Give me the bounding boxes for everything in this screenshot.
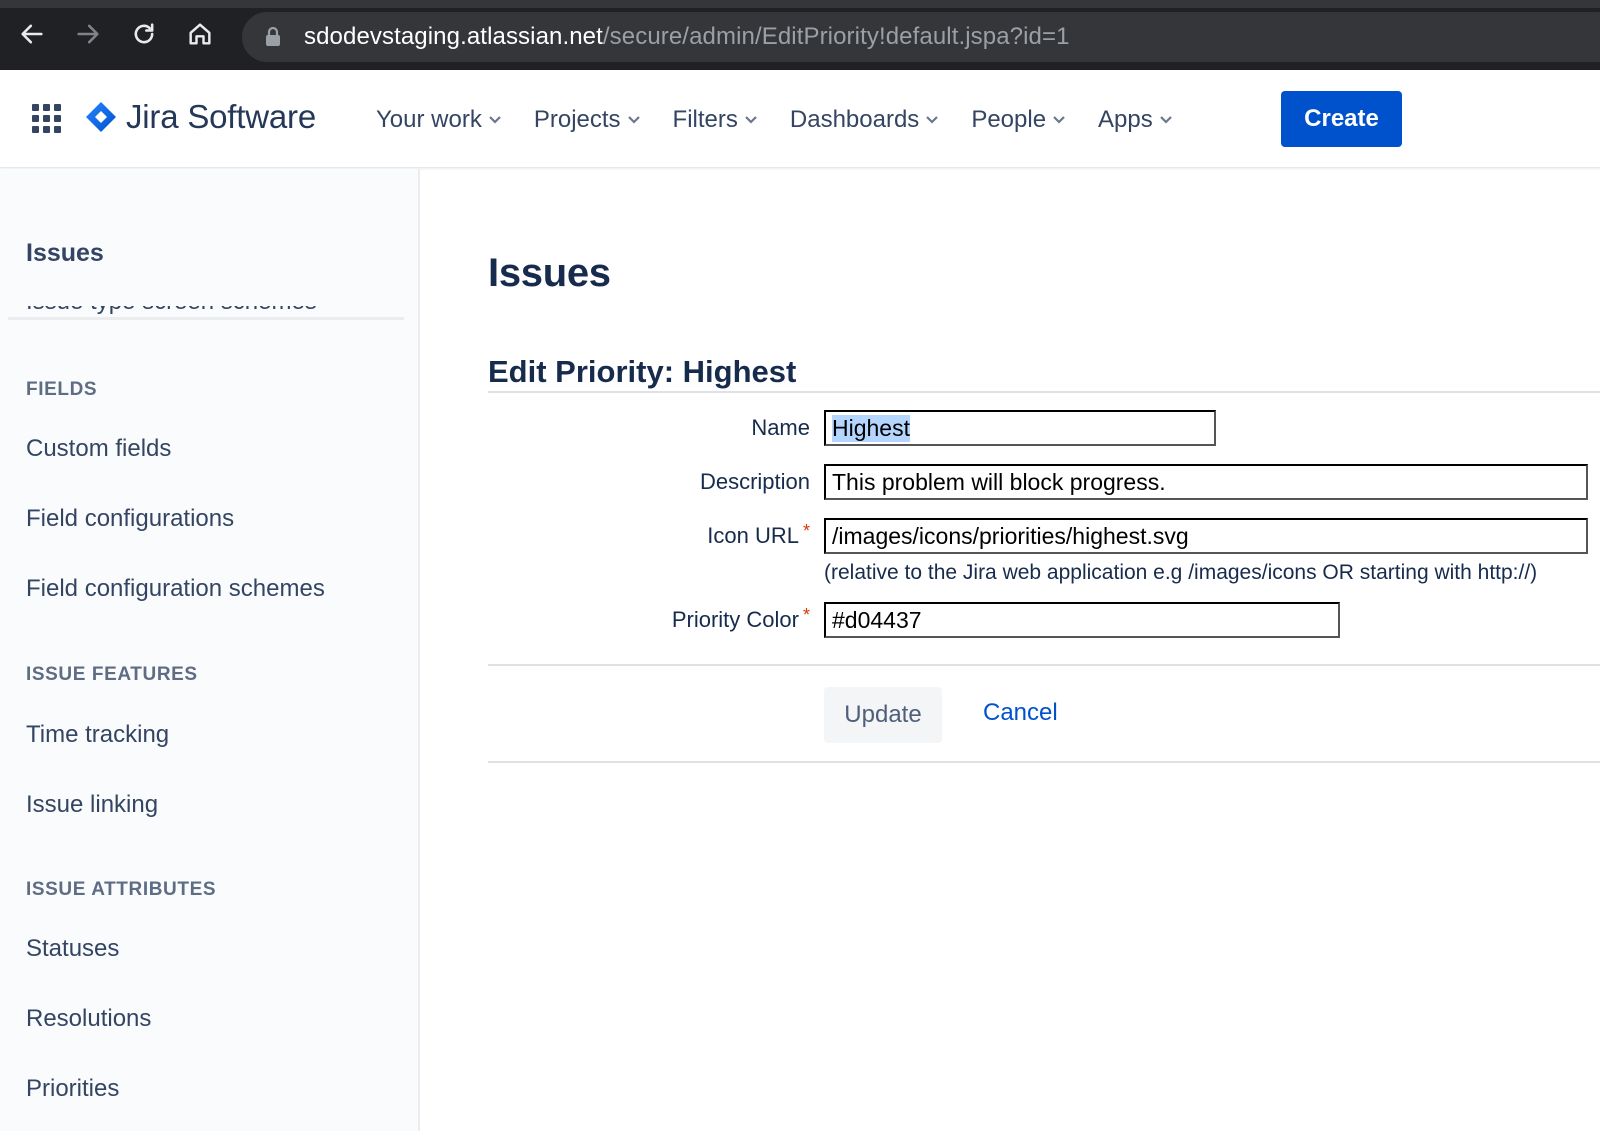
sidebar-item-statuses[interactable]: Statuses (26, 935, 119, 963)
jira-logo[interactable]: Jira Software (84, 98, 316, 136)
sidebar-title: Issues (26, 239, 104, 267)
icon-url-field[interactable]: /images/icons/priorities/highest.svg (824, 518, 1588, 554)
form-divider (488, 664, 1600, 666)
jira-diamond-icon (86, 102, 116, 132)
back-button[interactable] (14, 16, 50, 52)
product-name: Jira Software (126, 98, 316, 135)
top-nav: Your work Projects Filters Dashboards Pe… (376, 98, 1205, 142)
admin-sidebar: Issues Issue type screen schemes FIELDS … (0, 169, 420, 1131)
arrow-left-icon (21, 24, 43, 44)
main-content: Issues Edit Priority: Highest Name Highe… (420, 169, 1600, 1131)
required-marker: * (802, 605, 810, 625)
cancel-link[interactable]: Cancel (983, 699, 1058, 727)
nav-dashboards-label: Dashboards (789, 106, 920, 133)
chevron-down-icon (1053, 116, 1065, 124)
url-path: /secure/admin/EditPriority!default.jspa?… (602, 23, 1070, 50)
sidebar-item-issue-linking[interactable]: Issue linking (26, 791, 158, 819)
update-button[interactable]: Update (824, 687, 942, 743)
form-title-divider (488, 391, 1600, 393)
priority-color-label: Priority Color * (671, 605, 810, 633)
name-value: Highest (832, 414, 910, 442)
page-title: Issues (488, 251, 611, 295)
nav-apps-label: Apps (1098, 106, 1153, 133)
nav-filters[interactable]: Filters (673, 98, 758, 142)
nav-apps[interactable]: Apps (1098, 98, 1173, 142)
chevron-down-icon (1159, 116, 1172, 124)
sidebar-item-time-tracking[interactable]: Time tracking (26, 721, 169, 749)
address-bar[interactable]: sdodevstaging.atlassian.net/secure/admin… (242, 12, 1600, 62)
home-icon (189, 23, 211, 45)
nav-people-label: People (971, 106, 1047, 133)
icon-url-label: Icon URL * (707, 521, 810, 549)
chevron-down-icon (745, 116, 757, 124)
group-issue-attributes: ISSUE ATTRIBUTES (26, 879, 217, 900)
nav-filters-label: Filters (672, 106, 738, 133)
chevron-down-icon (489, 116, 501, 124)
priority-color-value: #d04437 (832, 606, 922, 633)
sidebar-item-custom-fields[interactable]: Custom fields (26, 435, 171, 463)
icon-url-value: /images/icons/priorities/highest.svg (832, 522, 1189, 549)
icon-url-hint: (relative to the Jira web application e.… (824, 561, 1538, 584)
app-switcher-grid-icon[interactable] (30, 102, 64, 136)
form-title: Edit Priority: Highest (488, 354, 797, 389)
app-header: Jira Software Your work Projects Filters… (0, 70, 1600, 168)
sidebar-item-field-configuration-schemes[interactable]: Field configuration schemes (26, 575, 325, 603)
nav-projects-label: Projects (533, 106, 621, 133)
chevron-down-icon (627, 116, 640, 124)
sidebar-item-priorities[interactable]: Priorities (26, 1075, 119, 1103)
nav-dashboards[interactable]: Dashboards (790, 98, 939, 142)
nav-your-work-label: Your work (376, 106, 482, 133)
required-marker: * (802, 521, 810, 541)
description-value: This problem will block progress. (832, 468, 1166, 495)
sidebar-item-label: Issue type screen schemes (26, 306, 406, 316)
forward-button[interactable] (70, 16, 106, 52)
reload-button[interactable] (126, 16, 162, 52)
name-field[interactable]: Highest (824, 410, 1216, 446)
nav-your-work[interactable]: Your work (376, 98, 502, 142)
chevron-down-icon (926, 116, 939, 124)
create-button[interactable]: Create (1281, 91, 1402, 147)
sidebar-item-resolutions[interactable]: Resolutions (26, 1005, 151, 1033)
lock-icon (266, 26, 280, 46)
icon-url-label-text: Icon URL (707, 523, 799, 548)
group-fields: FIELDS (26, 379, 98, 400)
description-label: Description (699, 469, 810, 494)
description-field[interactable]: This problem will block progress. (824, 464, 1588, 500)
arrow-right-icon (77, 24, 99, 44)
reload-icon (134, 23, 154, 44)
tab-strip-edge (0, 0, 1600, 8)
sidebar-item-field-configurations[interactable]: Field configurations (26, 505, 234, 533)
sidebar-item-issue-type-screen-schemes[interactable]: Issue type screen schemes (26, 306, 406, 326)
home-button[interactable] (182, 16, 218, 52)
browser-toolbar: sdodevstaging.atlassian.net/secure/admin… (0, 0, 1600, 70)
form-bottom-divider (488, 761, 1600, 763)
sidebar-divider (8, 317, 404, 320)
priority-color-label-text: Priority Color (671, 607, 799, 632)
nav-people[interactable]: People (971, 98, 1066, 142)
nav-projects[interactable]: Projects (534, 98, 641, 142)
url-host: sdodevstaging.atlassian.net (304, 23, 603, 50)
name-label: Name (751, 415, 810, 440)
priority-color-field[interactable]: #d04437 (824, 602, 1340, 638)
group-issue-features: ISSUE FEATURES (26, 664, 198, 685)
